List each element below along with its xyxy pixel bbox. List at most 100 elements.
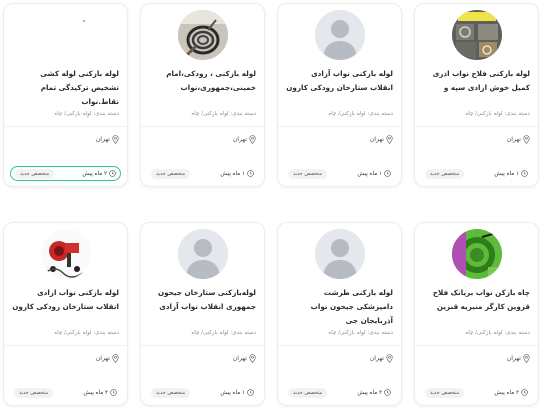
avatar-area xyxy=(415,229,538,279)
avatar-marker: " xyxy=(82,19,86,28)
city-label: تهران xyxy=(232,136,247,143)
listing-category: دسته بندی: لوله بازکنی/ چاه xyxy=(54,330,119,336)
avatar xyxy=(314,229,365,279)
avatar xyxy=(40,229,91,279)
posted-time: ۱ ماه پیش xyxy=(357,170,391,177)
city-label: تهران xyxy=(95,355,110,362)
listing-footer: ۱ ماه پیش متخصص جدید xyxy=(147,166,258,181)
time-label: ۲ ماه پیش xyxy=(494,389,519,396)
time-label: ۲ ماه پیش xyxy=(82,170,107,177)
divider xyxy=(415,345,538,346)
listing-category: دسته بندی: لوله بازکنی/ چاه xyxy=(191,111,256,117)
city-label: تهران xyxy=(506,136,521,143)
clock-icon xyxy=(247,389,254,396)
listing-title[interactable]: لوله‌بازکنی ستارخان جیحون جمهوری انقلاب … xyxy=(149,286,256,314)
listing-category: دسته بندی: لوله بازکنی/ چاه xyxy=(191,330,256,336)
posted-time: ۱ ماه پیش xyxy=(220,170,254,177)
listing-city: تهران xyxy=(507,354,530,363)
listings-grid: " لوله بازکنی لوله کشی تشخیص ترکیدگی تما… xyxy=(0,0,549,409)
divider xyxy=(4,126,127,127)
time-label: ۱ ماه پیش xyxy=(220,389,245,396)
clock-icon xyxy=(384,389,391,396)
listing-city: تهران xyxy=(233,354,256,363)
new-specialist-badge: متخصص جدید xyxy=(425,387,465,398)
listing-city: تهران xyxy=(507,135,530,144)
listing-footer: ۱ ماه پیش متخصص جدید xyxy=(421,166,532,181)
new-specialist-badge: متخصص جدید xyxy=(14,387,54,398)
listing-city: تهران xyxy=(96,354,119,363)
listing-category: دسته بندی: لوله بازکنی/ چاه xyxy=(54,111,119,117)
listing-card[interactable]: لوله بازکنی طرشت دامپزشکی جیحون نواب آذر… xyxy=(277,222,402,406)
time-label: ۳ ماه پیش xyxy=(83,389,108,396)
listing-title[interactable]: لوله بازکنی فلاح نواب اذری کمیل خوش ازاد… xyxy=(423,67,530,95)
posted-time: ۲ ماه پیش xyxy=(82,170,116,177)
time-label: ۱ ماه پیش xyxy=(494,170,519,177)
listing-card[interactable]: لوله بازکنی ، رودکی،امام خمینی،جمهوری،نو… xyxy=(140,3,265,187)
avatar xyxy=(451,10,502,60)
listing-city: تهران xyxy=(370,135,393,144)
city-label: تهران xyxy=(506,355,521,362)
new-specialist-badge: متخصص جدید xyxy=(15,168,55,179)
avatar xyxy=(314,10,365,60)
posted-time: ۲ ماه پیش xyxy=(494,389,528,396)
listing-title[interactable]: لوله بازکنی نواب ازادی انقلاب ستارخان رو… xyxy=(12,286,119,314)
listing-card[interactable]: لوله‌بازکنی ستارخان جیحون جمهوری انقلاب … xyxy=(140,222,265,406)
divider xyxy=(415,126,538,127)
city-label: تهران xyxy=(95,136,110,143)
divider xyxy=(278,126,401,127)
avatar xyxy=(177,229,228,279)
listing-card[interactable]: " لوله بازکنی لوله کشی تشخیص ترکیدگی تما… xyxy=(3,3,128,187)
city-label: تهران xyxy=(232,355,247,362)
listing-city: تهران xyxy=(233,135,256,144)
listing-title[interactable]: لوله بازکنی طرشت دامپزشکی جیحون نواب آذر… xyxy=(286,286,393,328)
time-label: ۳ ماه پیش xyxy=(357,389,382,396)
divider xyxy=(4,345,127,346)
avatar-area xyxy=(415,10,538,60)
listing-card[interactable]: لوله بازکنی نواب آزادی انقلاب ستارخان رو… xyxy=(277,3,402,187)
location-pin-icon xyxy=(112,135,119,144)
clock-icon xyxy=(110,389,117,396)
time-label: ۱ ماه پیش xyxy=(357,170,382,177)
user-placeholder-icon xyxy=(314,10,365,60)
listing-title[interactable]: لوله بازکنی ، رودکی،امام خمینی،جمهوری،نو… xyxy=(149,67,256,95)
new-specialist-badge: متخصص جدید xyxy=(425,168,465,179)
avatar-area xyxy=(141,229,264,279)
city-label: تهران xyxy=(369,136,384,143)
user-placeholder-icon xyxy=(314,229,365,279)
location-pin-icon xyxy=(523,135,530,144)
listing-footer: ۳ ماه پیش متخصص جدید xyxy=(284,385,395,400)
avatar-area xyxy=(278,229,401,279)
new-specialist-badge: متخصص جدید xyxy=(288,168,328,179)
tools-photo-icon xyxy=(451,10,502,60)
divider xyxy=(278,345,401,346)
listing-card[interactable]: لوله بازکنی نواب ازادی انقلاب ستارخان رو… xyxy=(3,222,128,406)
clock-icon xyxy=(521,389,528,396)
location-pin-icon xyxy=(249,135,256,144)
location-pin-icon xyxy=(523,354,530,363)
new-specialist-badge: متخصص جدید xyxy=(151,168,191,179)
listing-category: دسته بندی: لوله بازکنی/ چاه xyxy=(465,330,530,336)
time-label: ۱ ماه پیش xyxy=(220,170,245,177)
location-pin-icon xyxy=(386,354,393,363)
clock-icon xyxy=(247,170,254,177)
new-specialist-badge: متخصص جدید xyxy=(151,387,191,398)
listing-city: تهران xyxy=(96,135,119,144)
listing-card[interactable]: لوله بازکنی فلاح نواب اذری کمیل خوش ازاد… xyxy=(414,3,539,187)
listing-category: دسته بندی: لوله بازکنی/ چاه xyxy=(328,330,393,336)
divider xyxy=(141,126,264,127)
listing-card[interactable]: چاه بازکن نواب بریانک فلاح قزوین کارگر م… xyxy=(414,222,539,406)
listing-title[interactable]: لوله بازکنی نواب آزادی انقلاب ستارخان رو… xyxy=(286,67,393,95)
listing-footer: ۲ ماه پیش متخصص جدید xyxy=(10,166,121,181)
listing-category: دسته بندی: لوله بازکنی/ چاه xyxy=(465,111,530,117)
avatar-area: " xyxy=(4,10,127,60)
clock-icon xyxy=(109,170,116,177)
avatar-area xyxy=(278,10,401,60)
listing-title[interactable]: لوله بازکنی لوله کشی تشخیص ترکیدگی تمام … xyxy=(12,67,119,109)
location-pin-icon xyxy=(249,354,256,363)
posted-time: ۱ ماه پیش xyxy=(220,389,254,396)
listing-footer: ۱ ماه پیش متخصص جدید xyxy=(147,385,258,400)
listing-footer: ۱ ماه پیش متخصص جدید xyxy=(284,166,395,181)
user-placeholder-icon xyxy=(177,229,228,279)
clock-icon xyxy=(521,170,528,177)
listing-title[interactable]: چاه بازکن نواب بریانک فلاح قزوین کارگر م… xyxy=(423,286,530,314)
